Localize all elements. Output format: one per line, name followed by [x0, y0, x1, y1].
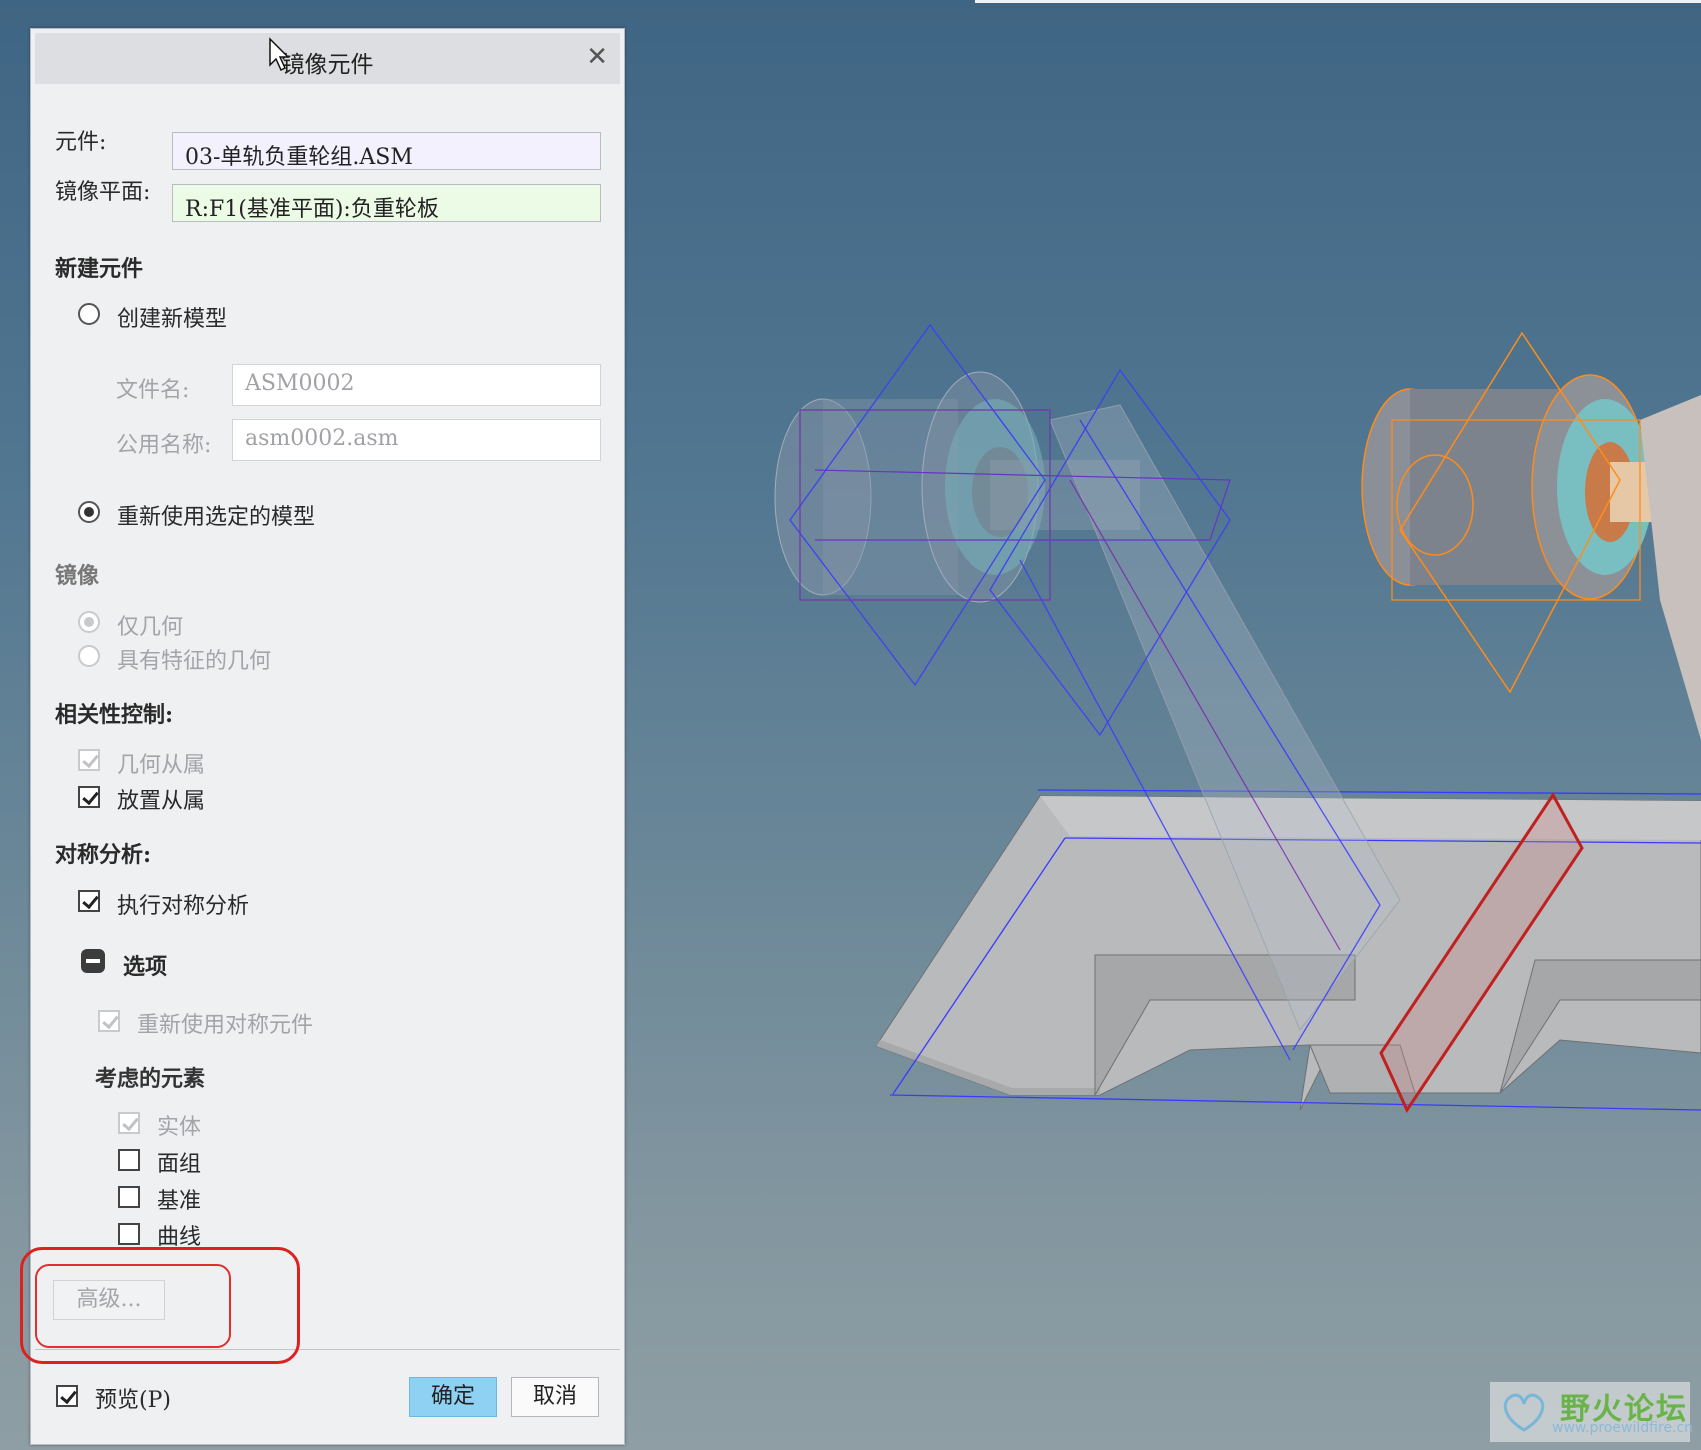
curves-checkbox[interactable]: [118, 1223, 140, 1245]
common-name-field[interactable]: asm0002.asm: [232, 419, 601, 461]
geometry-dependent-label: 几何从属: [117, 753, 206, 778]
mirror-plane-field[interactable]: R:F1(基准平面):负重轮板: [172, 184, 601, 222]
close-icon[interactable]: ✕: [586, 42, 608, 72]
create-new-model-label: 创建新模型: [117, 307, 228, 332]
placement-dependent-label: 放置从属: [117, 789, 206, 814]
common-name-label: 公用名称:: [116, 433, 212, 458]
datums-label: 基准: [157, 1189, 202, 1214]
geometry-dependent-checkbox[interactable]: [78, 749, 100, 771]
file-name-field[interactable]: ASM0002: [232, 364, 601, 406]
geometry-with-features-radio[interactable]: [78, 645, 100, 667]
forum-url: www.proewildfire.cn: [1552, 1420, 1694, 1436]
forum-logo-icon: [1503, 1393, 1545, 1432]
preview-checkbox[interactable]: [56, 1385, 78, 1407]
mouse-pointer-icon: [269, 37, 290, 72]
quilts-checkbox[interactable]: [118, 1149, 140, 1171]
component-label: 元件:: [55, 130, 107, 155]
component-field[interactable]: 03-单轨负重轮组.ASM: [172, 132, 601, 170]
dialog-titlebar[interactable]: 镜像元件 ✕: [35, 33, 620, 84]
solid-label: 实体: [157, 1115, 202, 1140]
options-heading: 选项: [123, 954, 168, 980]
geometry-with-features-label: 具有特征的几何: [117, 649, 272, 674]
ok-button[interactable]: 确定: [409, 1377, 497, 1417]
dialog-title: 镜像元件: [281, 52, 374, 78]
create-new-model-radio[interactable]: [78, 303, 100, 325]
mirror-heading: 镜像: [55, 563, 100, 589]
new-component-heading: 新建元件: [55, 256, 144, 282]
perform-symmetry-checkbox[interactable]: [78, 890, 100, 912]
geometry-only-radio[interactable]: [78, 611, 100, 633]
datums-checkbox[interactable]: [118, 1186, 140, 1208]
collapse-options-icon[interactable]: [81, 949, 105, 973]
annotation-inner-circle: [35, 1264, 231, 1348]
perform-symmetry-label: 执行对称分析: [117, 894, 250, 919]
preview-label: 预览(P): [95, 1388, 171, 1413]
reuse-symmetric-label: 重新使用对称元件: [137, 1013, 314, 1038]
quilts-label: 面组: [157, 1152, 202, 1177]
dependency-control-heading: 相关性控制:: [55, 702, 174, 728]
original-wheel-assembly: [1361, 331, 1701, 740]
placement-dependent-checkbox[interactable]: [78, 786, 100, 808]
reuse-selected-model-label: 重新使用选定的模型: [117, 505, 316, 530]
cancel-button[interactable]: 取消: [511, 1377, 599, 1417]
forum-watermark: 野火论坛 www.proewildfire.cn: [1490, 1382, 1694, 1442]
considered-elements-heading: 考虑的元素: [95, 1066, 206, 1092]
mirror-plane-label: 镜像平面:: [55, 180, 151, 205]
reuse-selected-model-radio[interactable]: [78, 501, 100, 523]
solid-checkbox[interactable]: [118, 1112, 140, 1134]
symmetry-analysis-heading: 对称分析:: [55, 842, 152, 868]
geometry-only-label: 仅几何: [117, 615, 184, 640]
file-name-label: 文件名:: [116, 378, 190, 403]
reuse-symmetric-checkbox[interactable]: [98, 1010, 120, 1032]
mirror-component-dialog: 镜像元件 ✕ 元件: 03-单轨负重轮组.ASM 镜像平面: R:F1(基准平面…: [30, 28, 625, 1445]
